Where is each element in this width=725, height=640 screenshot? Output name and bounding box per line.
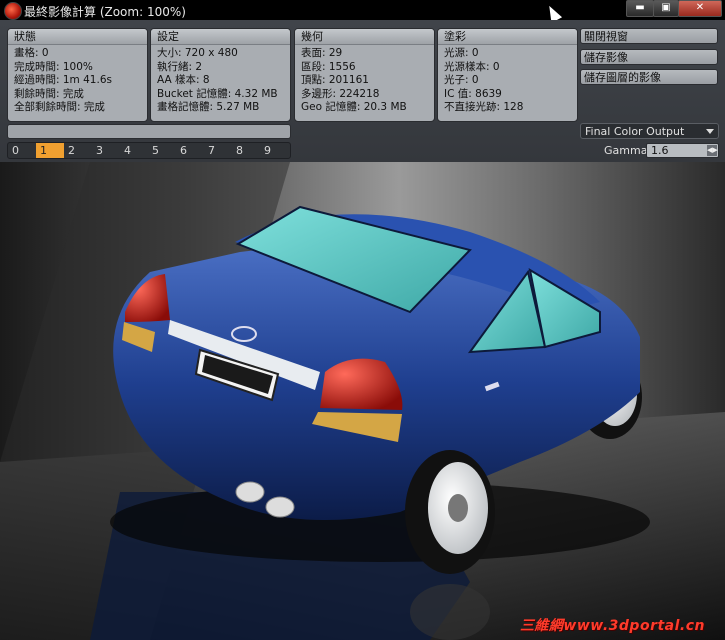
- geometry-header: 幾何: [295, 29, 434, 45]
- close-view-button[interactable]: 關閉視窗: [580, 28, 718, 44]
- rendered-car-image: [0, 162, 725, 640]
- output-select-value: Final Color Output: [585, 125, 685, 138]
- chevron-down-icon: [706, 129, 714, 134]
- shading-line: 光源: 0: [444, 47, 479, 59]
- close-button[interactable]: ✕: [678, 0, 722, 17]
- gamma-value: 1.6: [651, 144, 669, 157]
- gamma-label: Gamma: [604, 144, 648, 157]
- settings-line: AA 樣本: 8: [157, 74, 210, 87]
- window-title: 最終影像計算 (Zoom: 100%): [24, 5, 186, 19]
- shading-line: 光子: 0: [444, 74, 479, 87]
- settings-group: 設定 大小: 720 x 480 執行緒: 2 AA 樣本: 8 Bucket …: [150, 28, 291, 122]
- save-layered-image-button[interactable]: 儲存圖層的影像: [580, 69, 718, 85]
- settings-line: 大小: 720 x 480: [157, 47, 238, 59]
- buffer-button-1[interactable]: 1: [36, 143, 64, 158]
- title-bar: 最終影像計算 (Zoom: 100%) ▬ ▣ ✕: [0, 0, 725, 23]
- status-group: 狀態 畫格: 0 完成時間: 100% 經過時間: 1m 41.6s 剩餘時間:…: [7, 28, 148, 122]
- watermark: 三維網www.3dportal.cn: [519, 618, 705, 634]
- buffer-button-2[interactable]: 2: [64, 143, 92, 158]
- shading-line: 不直接光跡: 128: [444, 101, 524, 114]
- settings-line: 畫格記憶體: 5.27 MB: [157, 101, 260, 114]
- status-line: 全部剩餘時間: 完成: [14, 101, 105, 114]
- buffer-button-4[interactable]: 4: [120, 143, 148, 158]
- status-line: 經過時間: 1m 41.6s: [14, 74, 112, 87]
- shading-group: 塗彩 光源: 0 光源樣本: 0 光子: 0 IC 值: 8639 不直接光跡:…: [437, 28, 578, 122]
- buffer-button-7[interactable]: 7: [204, 143, 232, 158]
- status-header: 狀態: [8, 29, 147, 45]
- render-viewport: 三維網www.3dportal.cn: [0, 162, 725, 640]
- buffer-button-0[interactable]: 0: [8, 143, 36, 158]
- geometry-line: 區段: 1556: [301, 60, 356, 73]
- geometry-line: 多邊形: 224218: [301, 87, 380, 100]
- output-select[interactable]: Final Color Output: [580, 123, 719, 139]
- status-line: 剩餘時間: 完成: [14, 87, 84, 100]
- buffer-button-9[interactable]: 9: [260, 143, 288, 158]
- buffer-button-5[interactable]: 5: [148, 143, 176, 158]
- settings-line: 執行緒: 2: [157, 60, 203, 73]
- geometry-line: 頂點: 201161: [301, 74, 369, 87]
- status-line: 完成時間: 100%: [14, 60, 93, 73]
- render-progress-bar: [7, 124, 291, 139]
- status-line: 畫格: 0: [14, 47, 49, 59]
- geometry-group: 幾何 表面: 29 區段: 1556 頂點: 201161 多邊形: 22421…: [294, 28, 435, 122]
- maximize-button[interactable]: ▣: [653, 0, 679, 17]
- shading-line: 光源樣本: 0: [444, 60, 500, 73]
- buffer-selector: 0123456789: [7, 142, 291, 159]
- geometry-line: Geo 記憶體: 20.3 MB: [301, 101, 407, 114]
- buffer-button-6[interactable]: 6: [176, 143, 204, 158]
- settings-header: 設定: [151, 29, 290, 45]
- buffer-button-8[interactable]: 8: [232, 143, 260, 158]
- buffer-button-3[interactable]: 3: [92, 143, 120, 158]
- render-info-panel: 狀態 畫格: 0 完成時間: 100% 經過時間: 1m 41.6s 剩餘時間:…: [0, 20, 725, 162]
- app-icon: [4, 2, 22, 20]
- save-image-button[interactable]: 儲存影像: [580, 49, 718, 65]
- shading-header: 塗彩: [438, 29, 577, 45]
- minimize-button[interactable]: ▬: [626, 0, 654, 17]
- settings-line: Bucket 記憶體: 4.32 MB: [157, 87, 278, 100]
- spinner-arrows-icon[interactable]: ◀▶: [707, 145, 718, 156]
- shading-line: IC 值: 8639: [444, 87, 502, 100]
- gamma-input[interactable]: 1.6 ◀▶: [646, 143, 719, 158]
- geometry-line: 表面: 29: [301, 47, 343, 59]
